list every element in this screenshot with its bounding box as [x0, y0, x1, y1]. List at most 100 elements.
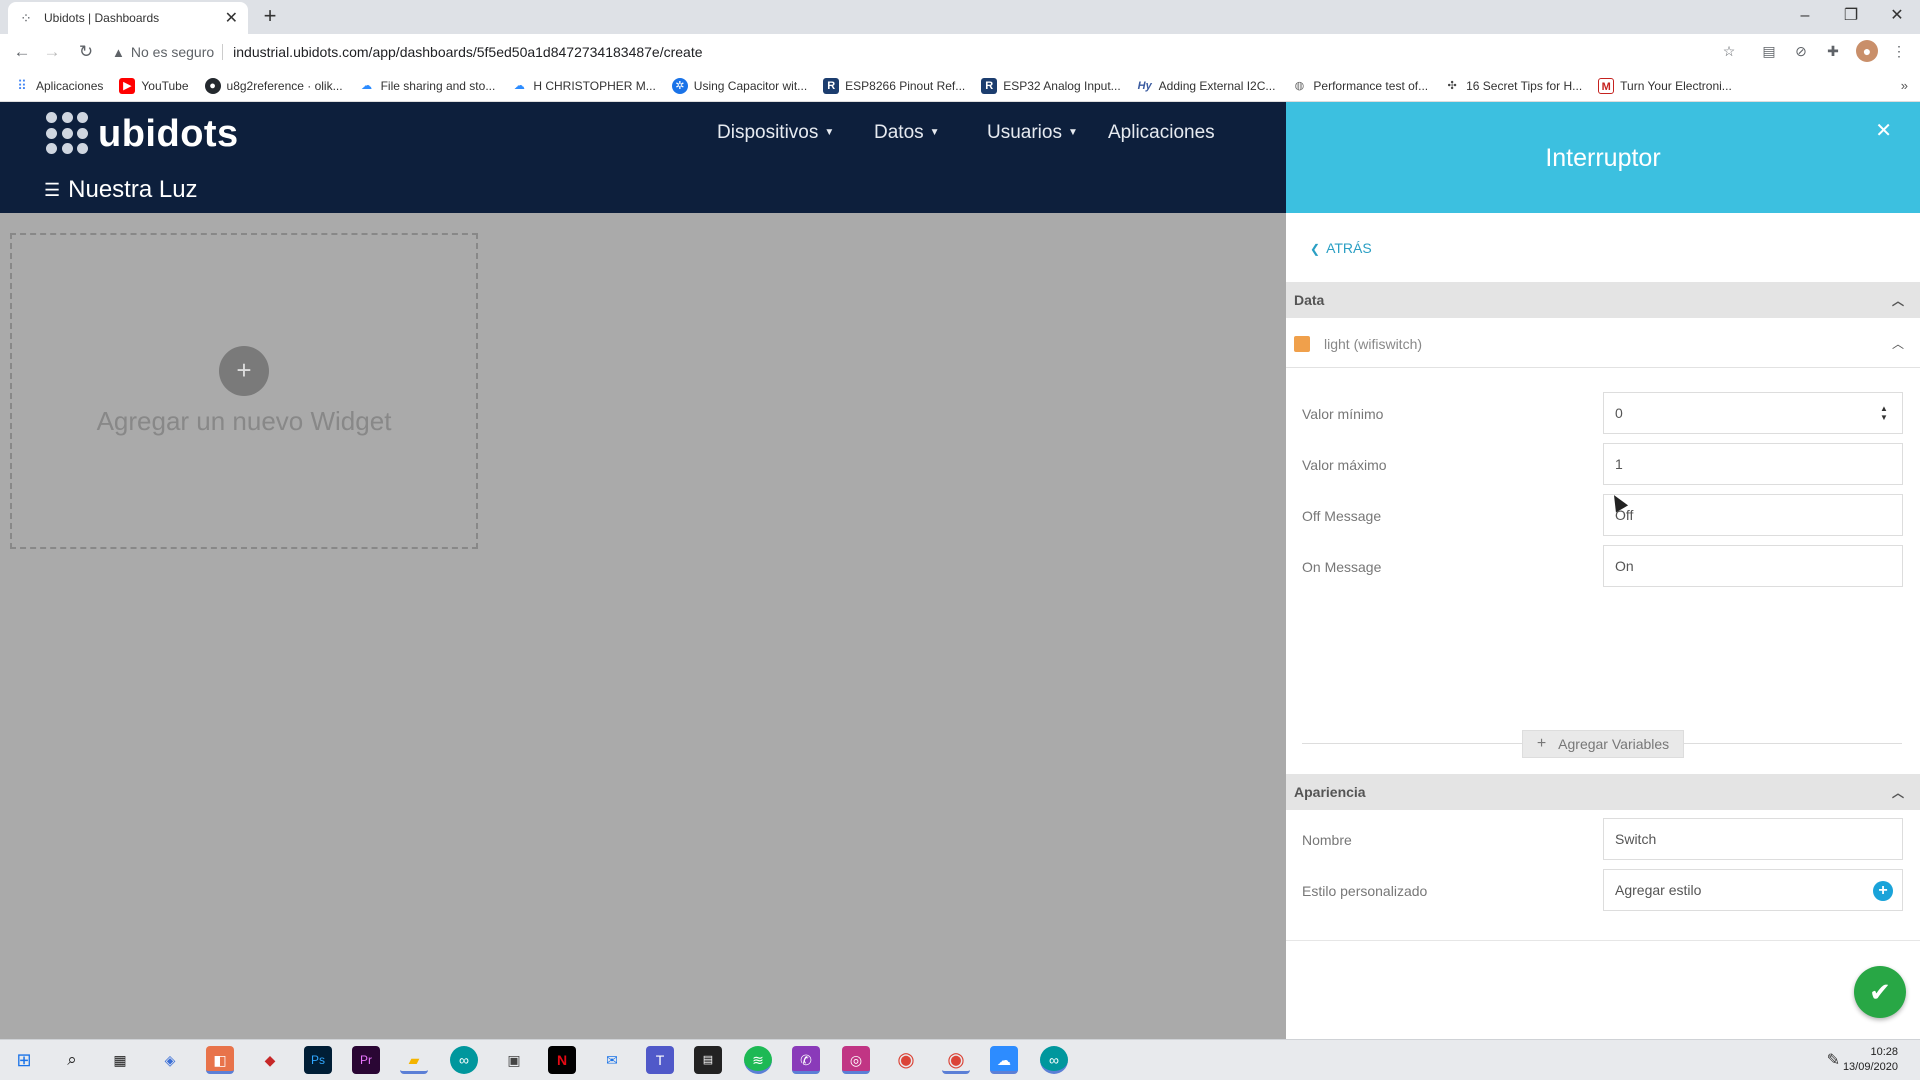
mail-m-icon: M [1598, 77, 1615, 94]
r-icon: R [981, 77, 998, 94]
app-icon[interactable]: ▤ [694, 1046, 722, 1074]
nav-aplicaciones[interactable]: Aplicaciones [1108, 122, 1215, 144]
bookmark-secret-tips[interactable]: ✣ 16 Secret Tips for H... [1444, 78, 1583, 94]
cloud-icon: ☁ [361, 79, 373, 92]
cloud-app-icon[interactable]: ☁ [990, 1046, 1018, 1074]
task-view-icon[interactable]: ▦ [106, 1046, 134, 1074]
chrome-icon[interactable]: ◉ [892, 1046, 920, 1074]
netflix-icon[interactable]: N [548, 1046, 576, 1074]
store-icon[interactable]: ▣ [500, 1046, 528, 1074]
ubidots-favicon-icon: ⁘ [20, 10, 32, 26]
bookmarks-bar: ⠿ Aplicaciones ▶ YouTube ● u8g2reference · … [0, 70, 1920, 102]
add-style-plus-icon[interactable]: + [1873, 881, 1893, 901]
spotify-icon[interactable]: ≋ [744, 1046, 772, 1074]
bookmark-file-sharing[interactable]: ☁ File sharing and sto... [359, 78, 495, 94]
caret-down-icon: ▼ [929, 127, 940, 139]
name-input[interactable] [1603, 818, 1903, 860]
data-section-header[interactable]: Data ︿ [1286, 282, 1920, 318]
variable-row[interactable]: light (wifiswitch) ︿ [1286, 320, 1920, 368]
variable-label: light (wifiswitch) [1324, 335, 1423, 352]
whatsapp-icon[interactable]: ✆ [792, 1046, 820, 1074]
bookmark-electronics[interactable]: M Turn Your Electroni... [1598, 77, 1732, 94]
field-name: Nombre [1286, 818, 1920, 862]
panel-header: Interruptor ✕ [1286, 102, 1920, 213]
app-icon[interactable]: ◈ [156, 1046, 184, 1074]
photoshop-icon[interactable]: Ps [304, 1046, 332, 1074]
extension-cast-icon[interactable]: ▤ [1758, 40, 1780, 62]
add-widget-placeholder[interactable]: + Agregar un nuevo Widget [10, 233, 478, 549]
number-stepper-icon[interactable]: ▲ ▼ [1880, 404, 1888, 422]
browser-menu-icon[interactable]: ⋮ [1888, 40, 1910, 62]
on-message-input[interactable] [1603, 545, 1903, 587]
more-bookmarks-icon[interactable]: » [1901, 78, 1908, 93]
address-divider [222, 44, 224, 60]
bookmark-esp8266[interactable]: R ESP8266 Pinout Ref... [823, 77, 965, 94]
minimize-window-icon[interactable]: – [1782, 0, 1828, 32]
nav-dispositivos[interactable]: Dispositivos ▼ [717, 122, 834, 144]
search-icon[interactable]: ⌕ [58, 1046, 86, 1074]
off-message-input[interactable] [1603, 494, 1903, 536]
hy-icon: Hy [1137, 79, 1152, 92]
bookmark-i2c[interactable]: Hy Adding External I2C... [1137, 78, 1276, 94]
bookmark-esp32[interactable]: R ESP32 Analog Input... [981, 77, 1121, 94]
ubidots-logo[interactable]: ubidots [46, 112, 239, 156]
save-checkmark-button[interactable]: ✔ [1854, 966, 1906, 1018]
close-panel-icon[interactable]: ✕ [1875, 118, 1892, 143]
appearance-section-header[interactable]: Apariencia ︿ [1286, 774, 1920, 810]
forward-arrow-icon[interactable]: → [40, 40, 64, 64]
add-widget-plus-icon[interactable]: + [219, 345, 269, 396]
bookmark-performance[interactable]: ◍ Performance test of... [1291, 78, 1429, 94]
widget-config-panel: Interruptor ✕ ❮ ATRÁS Data ︿ light (wifis… [1286, 102, 1920, 1039]
nav-usuarios[interactable]: Usuarios ▼ [987, 122, 1078, 144]
max-value-input[interactable] [1603, 443, 1903, 485]
new-tab-icon[interactable]: + [258, 4, 282, 28]
block-extension-icon[interactable]: ⊘ [1790, 40, 1812, 62]
star-bookmark-icon[interactable]: ☆ [1718, 40, 1740, 62]
bookmark-u8g2[interactable]: ● u8g2reference · olik... [204, 77, 343, 94]
bookmark-christopher[interactable]: ☁ H CHRISTOPHER M... [511, 78, 656, 94]
browser-tab[interactable]: ⁘ Ubidots | Dashboards ✕ [8, 2, 248, 34]
dashboard-title[interactable]: ☰ Nuestra Luz [44, 176, 198, 204]
min-value-input[interactable] [1603, 392, 1903, 434]
back-link[interactable]: ❮ ATRÁS [1310, 240, 1372, 256]
nav-datos[interactable]: Datos ▼ [874, 122, 940, 144]
chrome-profile-icon[interactable]: ◉ [942, 1046, 970, 1074]
add-variables-button[interactable]: + Agregar Variables [1522, 730, 1684, 758]
address-bar[interactable]: ▲ No es seguro industrial.ubidots.com/ap… [112, 38, 1778, 66]
arduino-icon[interactable]: ∞ [450, 1046, 478, 1074]
pen-icon[interactable]: ✎ [1827, 1050, 1840, 1070]
arduino-icon[interactable]: ∞ [1040, 1046, 1068, 1074]
back-arrow-icon[interactable]: ← [10, 40, 34, 64]
apps-grid-icon: ⠿ [17, 77, 27, 93]
instagram-icon[interactable]: ◎ [842, 1046, 870, 1074]
teams-icon[interactable]: T [646, 1046, 674, 1074]
chevron-up-icon[interactable]: ︿ [1892, 784, 1904, 801]
reload-icon[interactable]: ↻ [74, 40, 98, 64]
extensions-puzzle-icon[interactable]: ✚ [1822, 40, 1844, 62]
windows-start-icon[interactable]: ⊞ [10, 1046, 38, 1074]
mail-icon[interactable]: ✉ [598, 1046, 626, 1074]
chevron-up-icon[interactable]: ︿ [1892, 335, 1904, 352]
warning-icon: ▲ [112, 44, 125, 60]
app-icon[interactable]: ◧ [206, 1046, 234, 1074]
variable-color-swatch[interactable] [1294, 335, 1310, 352]
hamburger-menu-icon[interactable]: ☰ [44, 180, 60, 201]
premiere-icon[interactable]: Pr [352, 1046, 380, 1074]
bookmark-youtube[interactable]: ▶ YouTube [119, 77, 189, 94]
app-icon[interactable]: ◆ [256, 1046, 284, 1074]
system-clock[interactable]: 10:28 13/09/2020 [1843, 1045, 1898, 1075]
restore-window-icon[interactable]: ❐ [1828, 0, 1874, 32]
dashboard-name: Nuestra Luz [68, 176, 198, 203]
close-tab-icon[interactable]: ✕ [225, 8, 238, 28]
close-window-icon[interactable]: ✕ [1874, 0, 1920, 32]
field-off-message: Off Message [1286, 494, 1920, 538]
profile-avatar[interactable]: ● [1856, 40, 1878, 62]
logo-dots-icon [46, 112, 90, 156]
chevron-up-icon[interactable]: ︿ [1892, 292, 1904, 309]
bookmark-apps[interactable]: ⠿ Aplicaciones [14, 78, 103, 94]
custom-style-input[interactable] [1603, 869, 1903, 911]
file-explorer-icon[interactable]: ▰ [400, 1046, 428, 1074]
chip-icon: ✲ [671, 77, 688, 94]
bookmark-capacitor[interactable]: ✲ Using Capacitor wit... [671, 77, 807, 94]
chevron-left-icon: ❮ [1310, 242, 1321, 256]
